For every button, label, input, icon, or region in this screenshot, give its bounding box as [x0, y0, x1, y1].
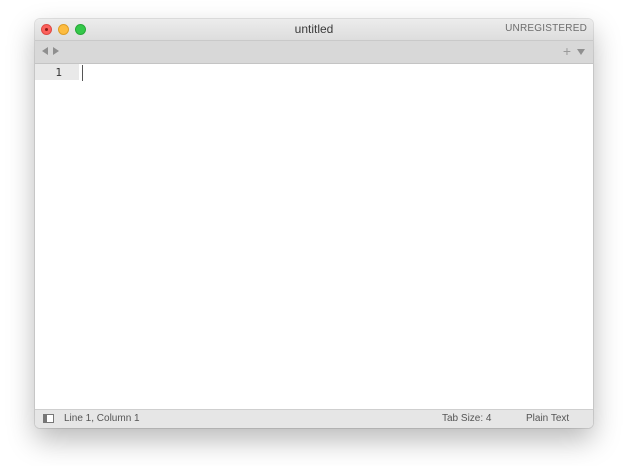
cursor-position[interactable]: Line 1, Column 1	[64, 413, 140, 424]
chevron-right-icon[interactable]	[53, 47, 59, 55]
tab-bar: +	[35, 41, 593, 64]
editor-window: untitled UNREGISTERED + 1 Line 1, Column…	[35, 19, 593, 428]
sidebar-toggle-icon[interactable]	[43, 414, 54, 423]
line-gutter: 1	[35, 64, 79, 409]
chevron-left-icon[interactable]	[42, 47, 48, 55]
triangle-down-icon[interactable]	[577, 49, 585, 55]
text-editor[interactable]: 1	[35, 64, 593, 409]
title-bar[interactable]: untitled UNREGISTERED	[35, 19, 593, 41]
plus-icon[interactable]: +	[563, 43, 571, 59]
current-line-highlight: 1	[35, 64, 79, 80]
syntax-selector[interactable]: Plain Text	[526, 413, 569, 424]
registration-status: UNREGISTERED	[505, 23, 587, 34]
status-bar: Line 1, Column 1 Tab Size: 4 Plain Text	[35, 409, 593, 428]
text-cursor	[82, 65, 83, 81]
line-number: 1	[55, 66, 62, 79]
tab-size-selector[interactable]: Tab Size: 4	[442, 413, 491, 424]
